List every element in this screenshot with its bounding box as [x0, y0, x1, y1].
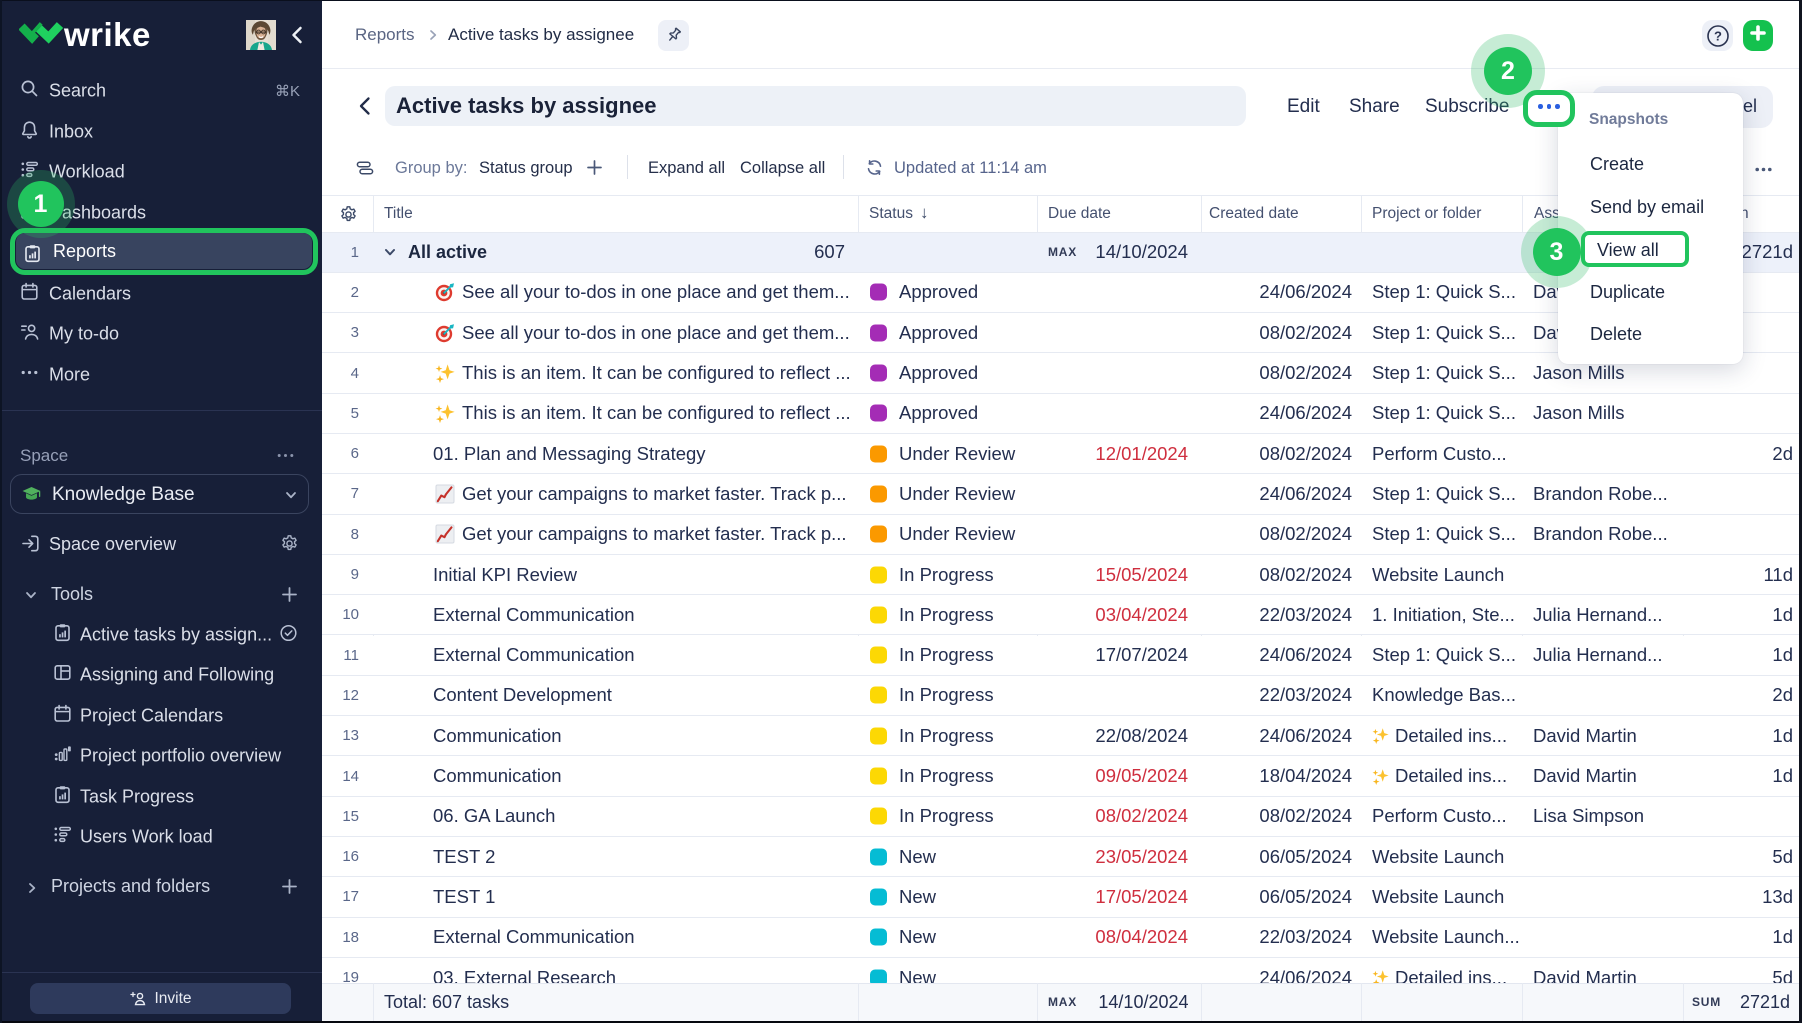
- svg-text:?: ?: [1714, 28, 1722, 43]
